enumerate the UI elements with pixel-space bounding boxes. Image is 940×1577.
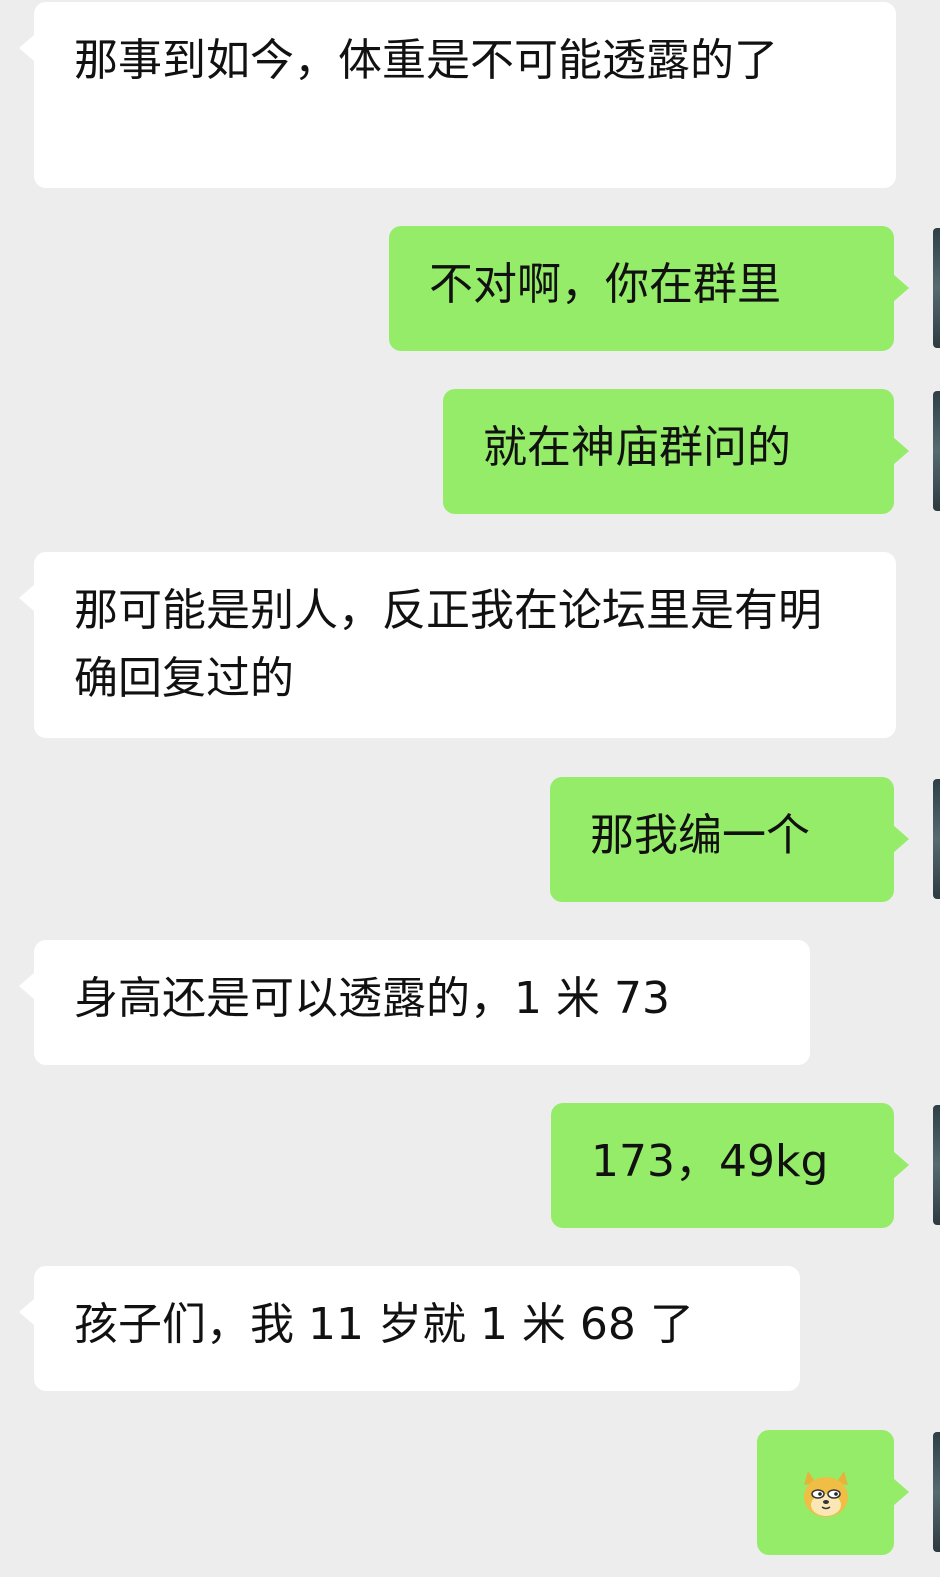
outgoing-message-bubble[interactable]: 那我编一个 [550, 777, 909, 902]
message-text: 身高还是可以透露的，1 米 73 [74, 973, 670, 1024]
outgoing-message-bubble[interactable]: 就在神庙群问的 [443, 389, 909, 514]
message-text: 不对啊，你在群里 [429, 259, 781, 310]
incoming-message-bubble[interactable]: 那可能是别人，反正我在论坛里是有明确回复过的 [19, 552, 896, 738]
outgoing-message-bubble[interactable]: 173，49kg [551, 1103, 909, 1228]
incoming-message-bubble[interactable]: 那事到如今，体重是不可能透露的了 [19, 2, 896, 188]
message-text: 就在神庙群问的 [483, 422, 791, 473]
avatar[interactable] [933, 779, 940, 899]
message-text: 173，49kg [591, 1136, 829, 1187]
incoming-message-bubble[interactable]: 孩子们，我 11 岁就 1 米 68 了 [19, 1266, 800, 1391]
outgoing-message-bubble[interactable] [757, 1430, 909, 1555]
message-text: 那可能是别人，反正我在论坛里是有明确回复过的 [74, 585, 822, 704]
avatar[interactable] [933, 1105, 940, 1225]
incoming-message-bubble[interactable]: 身高还是可以透露的，1 米 73 [19, 940, 810, 1065]
avatar[interactable] [933, 1432, 940, 1552]
avatar[interactable] [933, 228, 940, 348]
avatar[interactable] [933, 391, 940, 511]
outgoing-message-bubble[interactable]: 不对啊，你在群里 [389, 226, 909, 351]
message-text: 那事到如今，体重是不可能透露的了 [74, 35, 778, 86]
message-text: 那我编一个 [590, 810, 810, 861]
message-text: 孩子们，我 11 岁就 1 米 68 了 [74, 1299, 694, 1350]
doge-emoji-icon [803, 1470, 848, 1517]
